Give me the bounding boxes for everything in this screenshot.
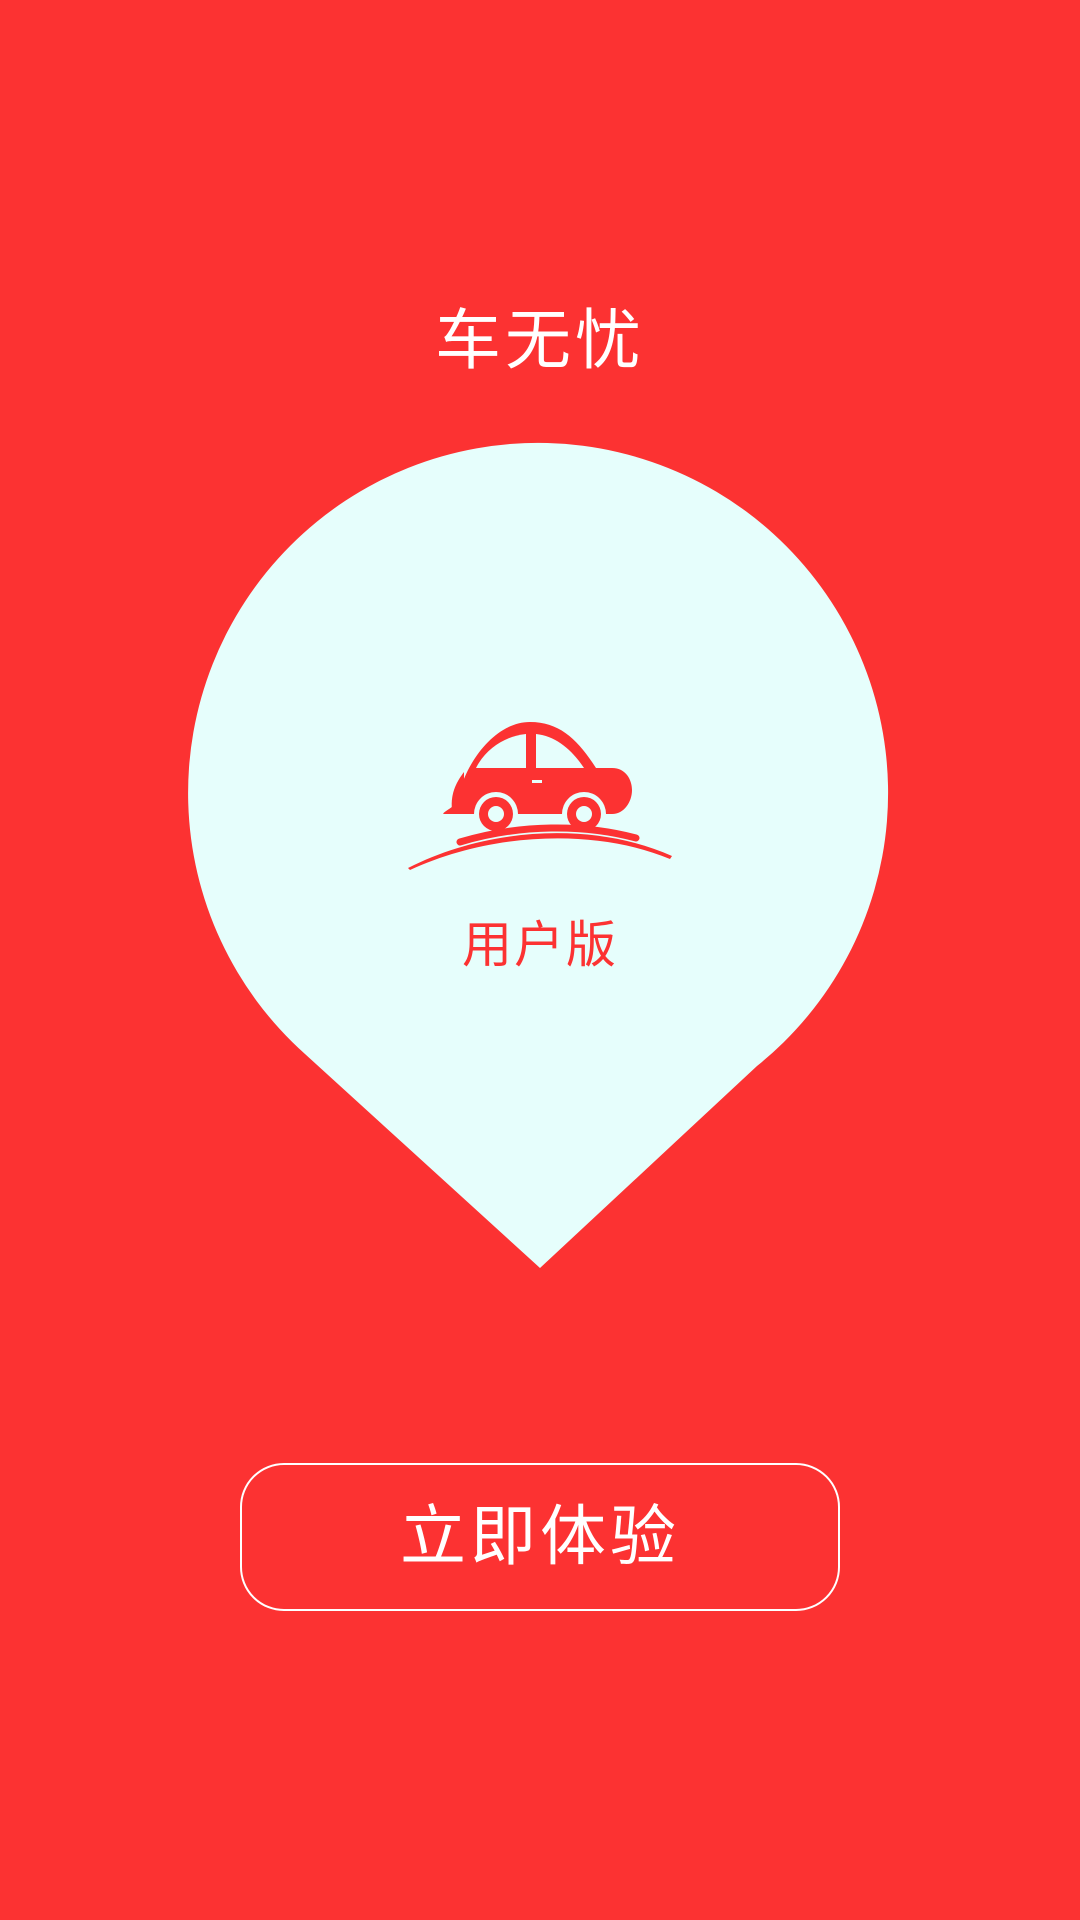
try-now-button[interactable]: 立即体验: [240, 1463, 840, 1611]
car-on-hill-icon: [408, 722, 672, 870]
splash-screen: 车无忧 用户版 立即体验: [0, 0, 1080, 1920]
edition-label: 用户版: [462, 916, 618, 974]
